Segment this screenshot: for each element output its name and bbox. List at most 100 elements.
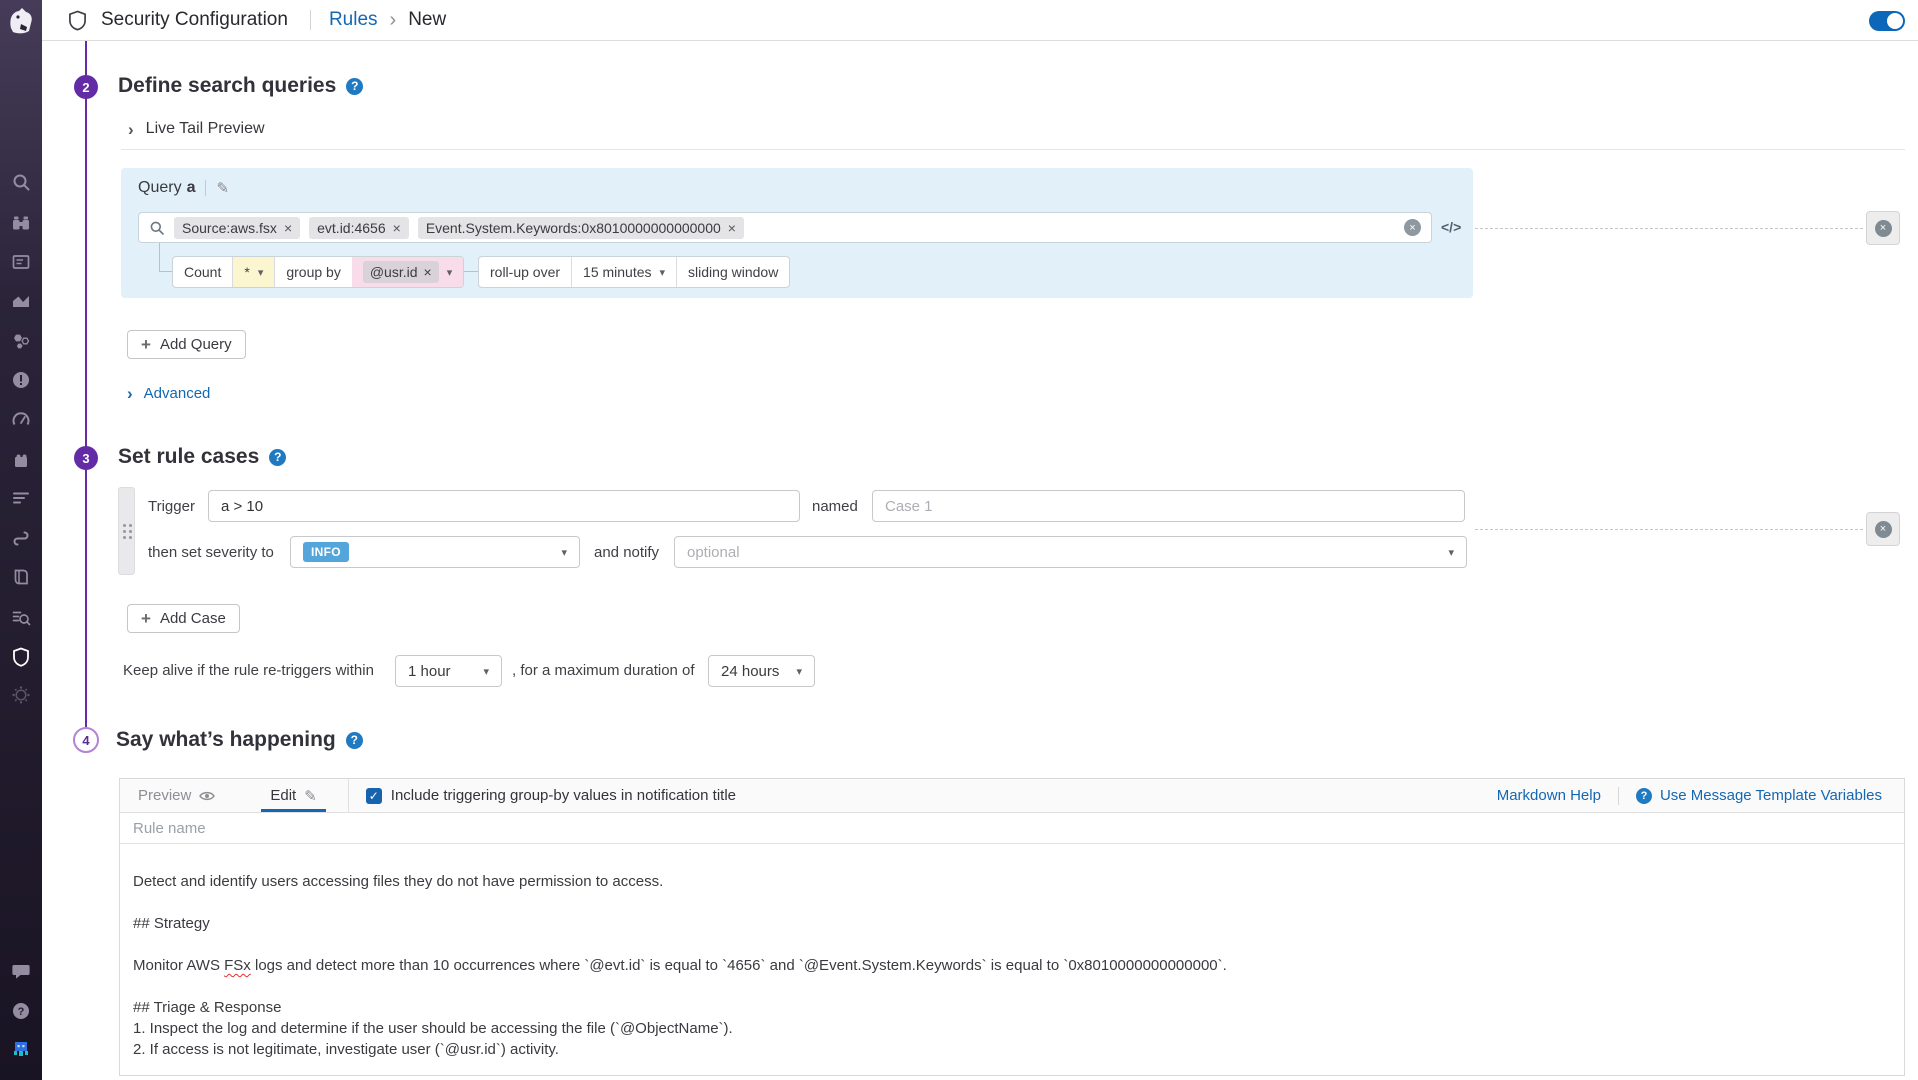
keep-alive-window-select[interactable]: 1 hour ▾ — [395, 655, 502, 687]
section-define-search-queries: Define search queries ? — [118, 74, 363, 98]
chevron-right-icon: › — [128, 121, 134, 138]
divider — [121, 149, 1905, 150]
remove-query-button[interactable]: × — [1866, 211, 1900, 245]
severity-label: then set severity to — [148, 544, 274, 561]
notify-select[interactable]: optional ▾ — [674, 536, 1467, 568]
metrics-area-chart-icon[interactable] — [11, 291, 31, 311]
severity-select[interactable]: INFO ▾ — [290, 536, 580, 568]
header-divider — [310, 10, 311, 30]
tab-preview-label: Preview — [138, 787, 191, 804]
rollup-value-select[interactable]: 15 minutes ▾ — [572, 257, 676, 287]
chat-feedback-icon[interactable] — [11, 961, 31, 981]
circle-x-icon: × — [1875, 220, 1892, 237]
rule-name-input[interactable] — [120, 820, 1904, 837]
log-pipelines-icon[interactable] — [11, 488, 31, 508]
group-by-value: @usr.id — [370, 264, 418, 280]
synthetics-gauge-icon[interactable] — [11, 410, 31, 430]
security-shield-icon[interactable] — [11, 647, 31, 667]
message-textarea[interactable]: Detect and identify users accessing file… — [120, 844, 1904, 1060]
edit-query-pencil-icon[interactable]: ✎ — [216, 179, 229, 197]
advanced-toggle[interactable]: › Advanced — [127, 385, 210, 402]
infrastructure-hexagons-icon[interactable] — [11, 331, 31, 351]
keep-alive-max-value: 24 hours — [721, 663, 779, 680]
drag-dots-icon — [123, 524, 126, 527]
sliding-window-label[interactable]: sliding window — [677, 257, 789, 287]
add-query-button[interactable]: + Add Query — [127, 330, 246, 359]
search-icon[interactable] — [11, 172, 31, 192]
app-sidebar: ? — [0, 0, 42, 1080]
misspelled-word: FSx — [224, 957, 251, 974]
case-drag-handle[interactable] — [118, 487, 135, 575]
apm-trace-icon[interactable] — [11, 528, 31, 548]
divider — [205, 180, 206, 196]
svg-text:?: ? — [18, 1006, 25, 1018]
clear-search-icon[interactable]: × — [1404, 219, 1421, 236]
integrations-puzzle-icon[interactable] — [11, 450, 31, 470]
caret-down-icon: ▾ — [660, 266, 666, 279]
query-tag-keywords[interactable]: Event.System.Keywords:0x8010000000000000… — [418, 217, 744, 239]
log-explorer-icon[interactable] — [11, 608, 31, 628]
live-tail-preview-toggle[interactable]: › Live Tail Preview — [128, 120, 265, 138]
help-question-icon[interactable]: ? — [11, 1001, 31, 1021]
include-groupby-checkbox[interactable]: ✓ — [366, 788, 382, 804]
add-case-label: Add Case — [160, 610, 226, 627]
monitors-alert-icon[interactable] — [11, 370, 31, 390]
section-title: Set rule cases — [118, 445, 259, 469]
notebooks-icon[interactable] — [11, 567, 31, 587]
named-label: named — [812, 498, 858, 515]
severity-badge: INFO — [303, 542, 349, 562]
notification-editor: Preview Edit ✎ ✓ Include triggering grou… — [119, 778, 1905, 1076]
watchdog-binoculars-icon[interactable] — [11, 213, 31, 233]
bits-ai-icon[interactable] — [11, 1039, 31, 1059]
query-tag-evt-id[interactable]: evt.id:4656 × — [309, 217, 409, 239]
rollup-value: 15 minutes — [583, 264, 651, 280]
keep-alive-max-select[interactable]: 24 hours ▾ — [708, 655, 815, 687]
query-search-input[interactable]: Source:aws.fsx × evt.id:4656 × Event.Sys… — [138, 212, 1432, 243]
help-icon[interactable]: ? — [346, 732, 363, 749]
remove-case-button[interactable]: × — [1866, 512, 1900, 546]
datadog-logo-icon[interactable] — [5, 5, 37, 37]
live-tail-label: Live Tail Preview — [146, 120, 265, 138]
code-view-icon[interactable]: </> — [1441, 219, 1461, 235]
page-header: Security Configuration Rules › New — [42, 0, 1918, 41]
count-label: Count — [173, 257, 232, 287]
help-icon[interactable]: ? — [346, 78, 363, 95]
query-measure-bar: Count * ▾ group by @usr.id × ▾ — [172, 256, 464, 288]
query-title: Query a ✎ — [138, 179, 229, 197]
markdown-help-link[interactable]: Markdown Help — [1497, 787, 1601, 804]
keep-alive-prefix: Keep alive if the rule re-triggers withi… — [123, 662, 374, 679]
case-name-input[interactable] — [872, 490, 1465, 522]
keep-alive-middle: , for a maximum duration of — [512, 662, 695, 679]
rollup-label: roll-up over — [479, 257, 571, 287]
breadcrumb-rules-link[interactable]: Rules — [329, 9, 378, 31]
count-value-select[interactable]: * ▾ — [233, 257, 274, 287]
search-icon — [149, 220, 165, 236]
remove-tag-icon[interactable]: × — [393, 220, 401, 236]
query-tag-source[interactable]: Source:aws.fsx × — [174, 217, 300, 239]
remove-tag-icon[interactable]: × — [284, 220, 292, 236]
section-title: Define search queries — [118, 74, 336, 98]
tab-preview[interactable]: Preview — [120, 779, 231, 812]
caret-down-icon: ▾ — [483, 665, 489, 678]
template-variables-link[interactable]: Use Message Template Variables — [1660, 787, 1882, 804]
network-globe-icon[interactable] — [11, 685, 31, 705]
group-by-select[interactable]: @usr.id × ▾ — [352, 257, 463, 287]
divider — [1618, 787, 1619, 805]
remove-group-by-icon[interactable]: × — [424, 264, 432, 280]
dashboards-icon[interactable] — [11, 252, 31, 272]
help-icon[interactable]: ? — [269, 449, 286, 466]
caret-down-icon: ▾ — [1448, 546, 1454, 559]
message-strategy-heading: ## Strategy — [133, 913, 1890, 934]
rule-enabled-toggle[interactable] — [1869, 11, 1905, 31]
remove-tag-icon[interactable]: × — [728, 220, 736, 236]
trigger-input[interactable] — [208, 490, 800, 522]
advanced-label: Advanced — [144, 385, 211, 402]
wizard-step-line — [85, 41, 87, 727]
circle-x-icon: × — [1875, 521, 1892, 538]
add-query-label: Add Query — [160, 336, 232, 353]
editor-tab-bar: Preview Edit ✎ ✓ Include triggering grou… — [120, 779, 1904, 813]
add-case-button[interactable]: + Add Case — [127, 604, 240, 633]
group-by-tag[interactable]: @usr.id × — [363, 261, 439, 283]
message-triage-heading: ## Triage & Response — [133, 997, 1890, 1018]
tab-edit[interactable]: Edit ✎ — [261, 779, 325, 812]
